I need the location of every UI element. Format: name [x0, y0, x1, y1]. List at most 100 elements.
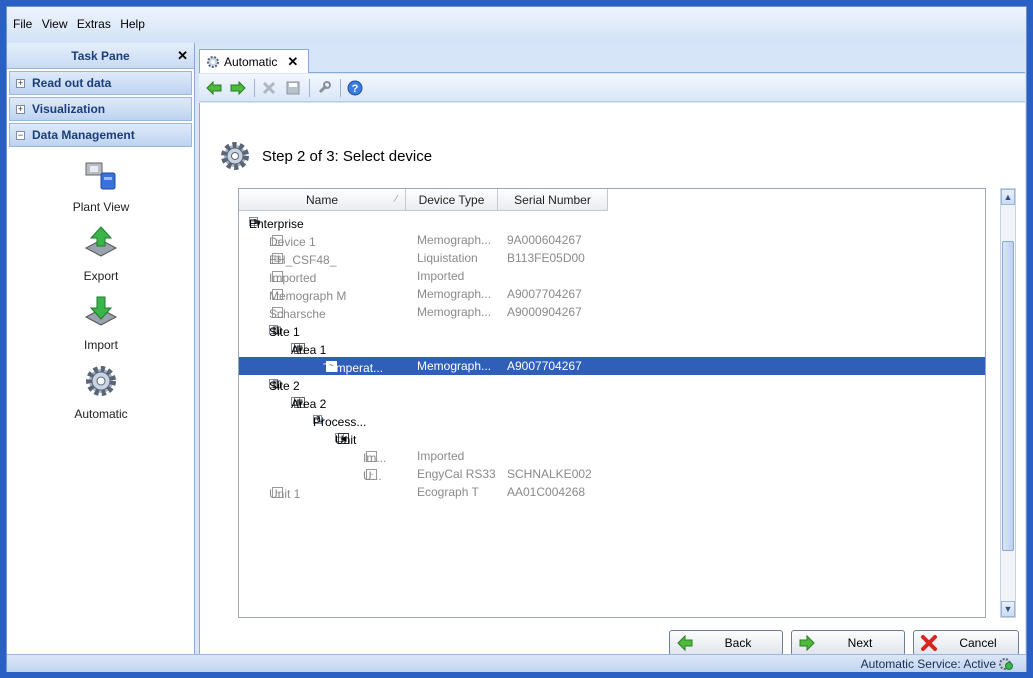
step-header: Step 2 of 3: Select device — [218, 139, 432, 173]
import-icon — [84, 296, 118, 326]
row-name: Unit 1 — [269, 487, 301, 501]
forward-arrow-icon — [230, 80, 246, 95]
row-name: Unit — [335, 433, 357, 447]
cancel-button[interactable]: Cancel — [913, 630, 1019, 656]
menu-help[interactable]: Help — [120, 17, 145, 31]
scroll-down-icon[interactable]: ▼ — [1001, 601, 1015, 617]
tree-row[interactable]: ~ Device 1 Memograph... 9A000604267 — [239, 231, 985, 249]
cancel-label: Cancel — [959, 636, 997, 650]
save-button[interactable] — [282, 77, 304, 99]
group-read-out-data[interactable]: + Read out data — [9, 71, 192, 95]
back-button[interactable]: Back — [669, 630, 783, 656]
vertical-scrollbar[interactable]: ▲ ▼ — [1000, 188, 1016, 618]
row-type: Liquistation — [417, 251, 478, 265]
task-label: Automatic — [74, 407, 128, 421]
group-label: Read out data — [32, 76, 112, 90]
toolbar-separator — [309, 78, 310, 97]
menu-view[interactable]: View — [42, 17, 68, 31]
tree-row[interactable]: − ⚑ Enterprise — [239, 213, 985, 231]
tab-automatic[interactable]: Automatic ✕ — [199, 49, 309, 73]
gear-icon — [207, 55, 219, 68]
tree-row[interactable]: ▥ EH_CSF48_ Liquistation B113FE05D00 — [239, 249, 985, 267]
row-type: Imported — [417, 449, 465, 463]
row-name: U... — [363, 469, 382, 483]
task-pane: Task Pane ✕ + Read out data + Visualizat… — [7, 43, 195, 654]
task-label: Import — [83, 338, 118, 352]
back-button[interactable] — [203, 77, 225, 99]
help-button[interactable]: ? — [344, 77, 366, 99]
group-visualization[interactable]: + Visualization — [9, 97, 192, 121]
group-label: Data Management — [32, 128, 135, 142]
row-name: Scharsche — [269, 307, 326, 321]
help-icon: ? — [347, 80, 363, 95]
row-name: EH_CSF48_ — [269, 253, 337, 267]
row-type: Memograph... — [417, 305, 492, 319]
row-serial: SCHNALKE002 — [507, 467, 592, 481]
group-label: Visualization — [32, 102, 106, 116]
status-text: Automatic Service: Active — [860, 657, 996, 671]
tree-row[interactable]: − ▦ Area 2 — [239, 393, 985, 411]
next-button[interactable]: Next — [791, 630, 905, 656]
column-header-serial-number[interactable]: Serial Number — [498, 189, 608, 211]
device-tree-grid[interactable]: Name ⁄ Device Type Serial Number − ⚑ Enter… — [238, 188, 986, 618]
column-label: Serial Number — [514, 192, 591, 207]
column-label: Name — [305, 192, 338, 207]
tree-row[interactable]: ~ Memograph M Memograph... A9007704267 — [239, 285, 985, 303]
app-window: File View Extras Help Task Pane ✕ + Read… — [6, 6, 1027, 672]
row-serial: A9007704267 — [507, 287, 582, 301]
tree-row-selected[interactable]: ~ Temperat... Memograph... A9007704267 — [239, 357, 985, 375]
toolbar-separator — [340, 78, 341, 97]
status-bar: Automatic Service: Active — [7, 654, 1026, 672]
group-data-management[interactable]: − Data Management — [9, 123, 192, 147]
task-plant-view[interactable]: Plant View — [7, 155, 195, 214]
delete-icon — [262, 81, 276, 94]
expand-icon[interactable]: + — [16, 78, 25, 88]
column-header-device-type[interactable]: Device Type — [406, 189, 498, 211]
menu-file[interactable]: File — [13, 17, 32, 31]
task-pane-header: Task Pane ✕ — [7, 43, 194, 69]
row-serial: A9000904267 — [507, 305, 582, 319]
task-pane-title: Task Pane — [71, 48, 130, 63]
tree-row[interactable]: ~ Unit 1 Ecograph T AA01C004268 — [239, 483, 985, 501]
tree-row[interactable]: ~ Imported Imported — [239, 267, 985, 285]
row-type: Memograph... — [417, 287, 492, 301]
save-icon — [286, 81, 300, 94]
scroll-thumb[interactable] — [1002, 241, 1014, 551]
back-arrow-icon — [206, 80, 222, 95]
row-type: Memograph... — [417, 233, 492, 247]
settings-button[interactable] — [313, 77, 335, 99]
tree-row[interactable]: − ▥ Site 1 — [239, 321, 985, 339]
task-automatic[interactable]: Automatic — [7, 362, 195, 421]
tree-row[interactable]: ~ Scharsche Memograph... A9000904267 — [239, 303, 985, 321]
tree-row[interactable]: ~ Im... Imported — [239, 447, 985, 465]
tree-row[interactable]: − ↻ Process... — [239, 411, 985, 429]
row-name: Site 2 — [269, 379, 300, 393]
scroll-up-icon[interactable]: ▲ — [1001, 189, 1015, 205]
row-type: Ecograph T — [417, 485, 479, 499]
tree-row[interactable]: − ◀ Unit — [239, 429, 985, 447]
column-header-name[interactable]: Name ⁄ — [239, 189, 406, 211]
column-label: Device Type — [418, 192, 485, 207]
svg-text:?: ? — [352, 83, 359, 95]
toolbar: ? — [199, 74, 1025, 102]
row-type: Imported — [417, 269, 465, 283]
plant-view-icon — [85, 162, 116, 190]
cancel-x-icon — [921, 635, 937, 651]
row-name: Area 1 — [291, 343, 327, 357]
task-export[interactable]: Export — [7, 224, 195, 283]
collapse-icon[interactable]: − — [16, 130, 25, 140]
forward-button[interactable] — [227, 77, 249, 99]
delete-button[interactable] — [258, 77, 280, 99]
row-name: Enterprise — [249, 217, 304, 231]
tree-row[interactable]: − ▦ Area 1 — [239, 339, 985, 357]
close-icon[interactable]: ✕ — [177, 48, 188, 64]
menu-extras[interactable]: Extras — [77, 17, 111, 31]
close-icon[interactable]: ✕ — [287, 54, 298, 70]
task-import[interactable]: Import — [7, 293, 195, 352]
tree-row[interactable]: − ▥ Site 2 — [239, 375, 985, 393]
row-type: EngyCal RS33 — [417, 467, 496, 481]
row-name: Im... — [363, 451, 387, 465]
tab-label: Automatic — [224, 54, 278, 69]
tree-row[interactable]: ~ U... EngyCal RS33 SCHNALKE002 — [239, 465, 985, 483]
expand-icon[interactable]: + — [16, 104, 25, 114]
